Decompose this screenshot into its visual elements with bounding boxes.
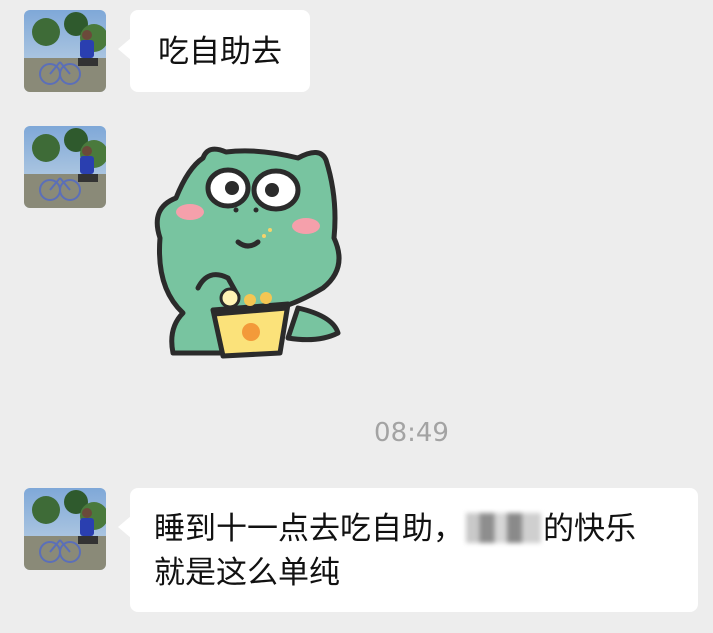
message-text: 睡到十一点去吃自助， <box>154 511 464 547</box>
avatar[interactable] <box>24 10 106 92</box>
avatar[interactable] <box>24 126 106 208</box>
message-line-1: 睡到十一点去吃自助， 的快乐 <box>154 507 674 551</box>
message-text: 吃自助去 <box>158 34 282 70</box>
redacted-text <box>466 513 541 543</box>
message-bubble[interactable]: 睡到十一点去吃自助， 的快乐 就是这么单纯 <box>118 488 698 612</box>
message-bubble[interactable]: 吃自助去 <box>118 10 310 92</box>
avatar[interactable] <box>24 488 106 570</box>
sticker-green-dinosaur[interactable] <box>148 138 348 366</box>
message-line-2: 就是这么单纯 <box>154 555 340 591</box>
message-text: 的快乐 <box>543 511 636 547</box>
timestamp: 08:49 <box>374 418 449 448</box>
